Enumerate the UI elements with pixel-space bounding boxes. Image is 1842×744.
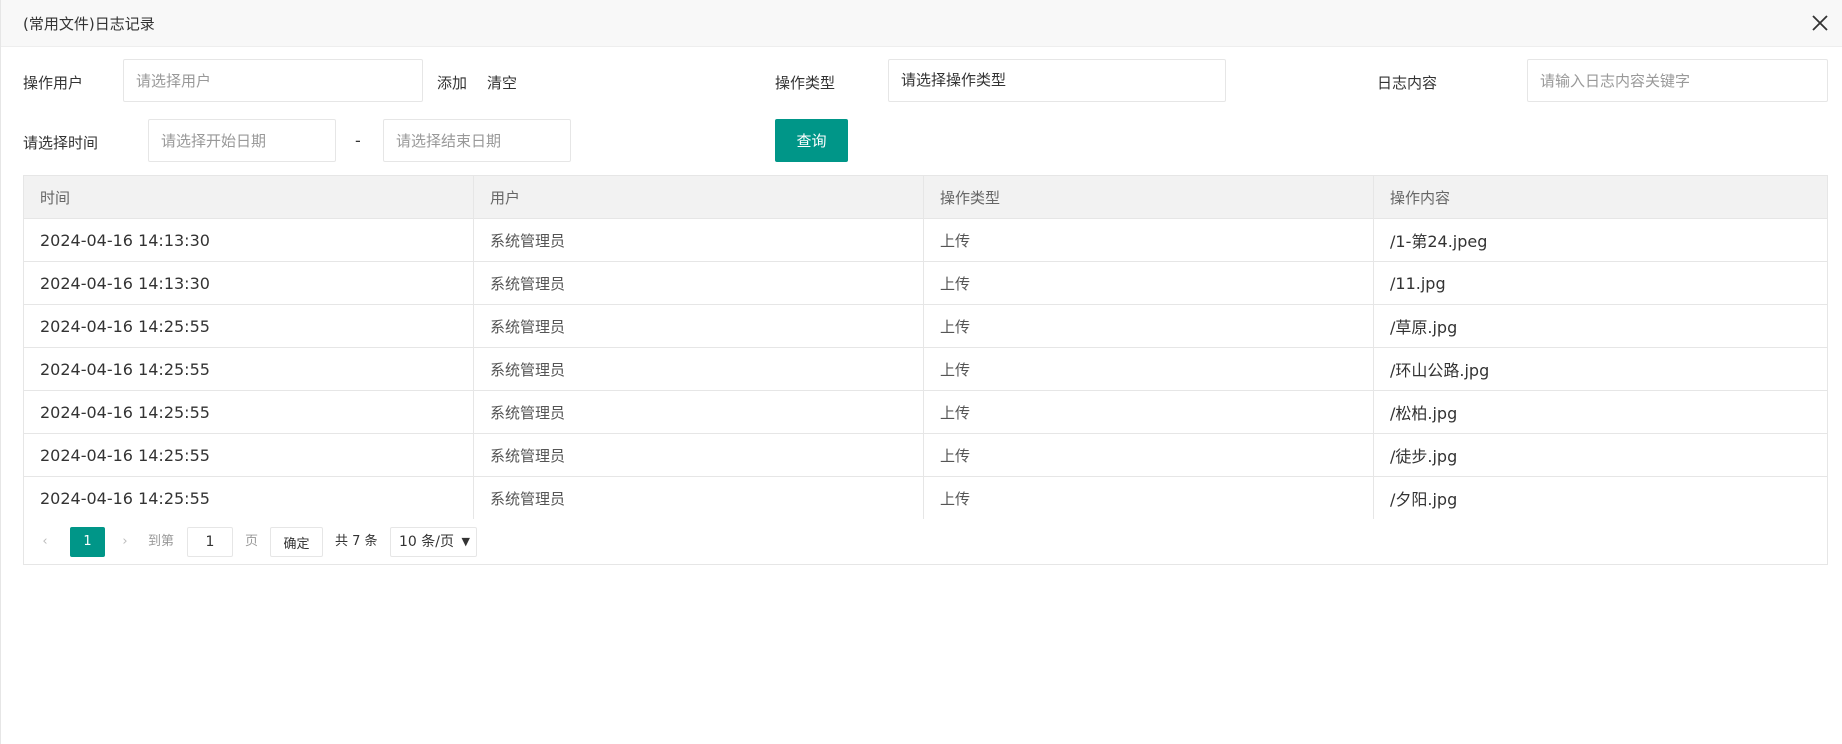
cell-type: 上传: [923, 347, 1374, 391]
cell-content: /环山公路.jpg: [1373, 347, 1828, 391]
table-row[interactable]: 2024-04-16 14:25:55 系统管理员 上传 /环山公路.jpg: [23, 347, 1828, 391]
cell-type: 上传: [923, 304, 1374, 348]
table-row[interactable]: 2024-04-16 14:25:55 系统管理员 上传 /松柏.jpg: [23, 390, 1828, 434]
add-user-button[interactable]: 添加: [437, 72, 467, 93]
cell-user: 系统管理员: [473, 390, 924, 434]
table-row[interactable]: 2024-04-16 14:25:55 系统管理员 上传 /草原.jpg: [23, 304, 1828, 348]
content-label: 日志内容: [1377, 74, 1438, 92]
cell-time: 2024-04-16 14:25:55: [23, 304, 474, 348]
cell-content: /徒步.jpg: [1373, 433, 1828, 477]
cell-content: /1-第24.jpeg: [1373, 218, 1828, 262]
time-label: 请选择时间: [23, 134, 99, 152]
goto-label: 到第: [148, 534, 175, 549]
table-row[interactable]: 2024-04-16 14:25:55 系统管理员 上传 /夕阳.jpg: [23, 476, 1828, 520]
cell-time: 2024-04-16 14:13:30: [23, 261, 474, 305]
table-row[interactable]: 2024-04-16 14:13:30 系统管理员 上传 /1-第24.jpeg: [23, 218, 1828, 262]
page-1-button[interactable]: 1: [70, 527, 105, 557]
goto-confirm-button[interactable]: 确定: [270, 527, 323, 557]
cell-type: 上传: [923, 476, 1374, 520]
cell-content: /11.jpg: [1373, 261, 1828, 305]
type-select[interactable]: 请选择操作类型: [888, 59, 1226, 102]
cell-type: 上传: [923, 433, 1374, 477]
log-table: 时间 用户 操作类型 操作内容 2024-04-16 14:13:30 系统管理…: [23, 175, 1828, 520]
cell-user: 系统管理员: [473, 476, 924, 520]
total-count: 共 7 条: [335, 534, 378, 549]
next-page-icon[interactable]: ›: [114, 527, 136, 557]
log-dialog: (常用文件)日志记录 操作用户 添加 清空 操作类型 请选择操作类型 日志内容 …: [0, 0, 1842, 744]
cell-content: /松柏.jpg: [1373, 390, 1828, 434]
query-button[interactable]: 查询: [775, 119, 848, 162]
dialog-titlebar: (常用文件)日志记录: [1, 0, 1842, 47]
user-label: 操作用户: [23, 74, 84, 92]
cell-user: 系统管理员: [473, 261, 924, 305]
header-content[interactable]: 操作内容: [1373, 175, 1828, 219]
dialog-title: (常用文件)日志记录: [23, 15, 155, 33]
cell-time: 2024-04-16 14:25:55: [23, 390, 474, 434]
pagination: ‹ 1 › 到第 页 确定 共 7 条 10 条/页 ▼: [23, 519, 1828, 565]
page-size-select[interactable]: 10 条/页 ▼: [390, 527, 477, 557]
content-search-input[interactable]: [1527, 59, 1828, 102]
table-row[interactable]: 2024-04-16 14:13:30 系统管理员 上传 /11.jpg: [23, 261, 1828, 305]
end-date-input[interactable]: [383, 119, 571, 162]
header-type[interactable]: 操作类型: [923, 175, 1374, 219]
cell-user: 系统管理员: [473, 218, 924, 262]
cell-time: 2024-04-16 14:13:30: [23, 218, 474, 262]
goto-page-input[interactable]: [187, 527, 233, 557]
cell-type: 上传: [923, 261, 1374, 305]
clear-user-button[interactable]: 清空: [487, 72, 517, 93]
cell-content: /草原.jpg: [1373, 304, 1828, 348]
cell-user: 系统管理员: [473, 347, 924, 391]
start-date-input[interactable]: [148, 119, 336, 162]
table-row[interactable]: 2024-04-16 14:25:55 系统管理员 上传 /徒步.jpg: [23, 433, 1828, 477]
chevron-down-icon: ▼: [461, 535, 470, 548]
cell-time: 2024-04-16 14:25:55: [23, 476, 474, 520]
header-user[interactable]: 用户: [473, 175, 924, 219]
cell-time: 2024-04-16 14:25:55: [23, 347, 474, 391]
page-unit-label: 页: [245, 534, 259, 549]
cell-time: 2024-04-16 14:25:55: [23, 433, 474, 477]
table-header-row: 时间 用户 操作类型 操作内容: [23, 175, 1828, 219]
cell-user: 系统管理员: [473, 304, 924, 348]
header-time[interactable]: 时间: [23, 175, 474, 219]
cell-user: 系统管理员: [473, 433, 924, 477]
cell-type: 上传: [923, 218, 1374, 262]
page-size-value: 10 条/页: [399, 534, 454, 550]
prev-page-icon[interactable]: ‹: [34, 527, 56, 557]
user-input[interactable]: [123, 59, 423, 102]
type-label: 操作类型: [775, 74, 836, 92]
cell-type: 上传: [923, 390, 1374, 434]
close-icon[interactable]: [1809, 12, 1831, 34]
cell-content: /夕阳.jpg: [1373, 476, 1828, 520]
date-range-separator: -: [355, 131, 361, 150]
